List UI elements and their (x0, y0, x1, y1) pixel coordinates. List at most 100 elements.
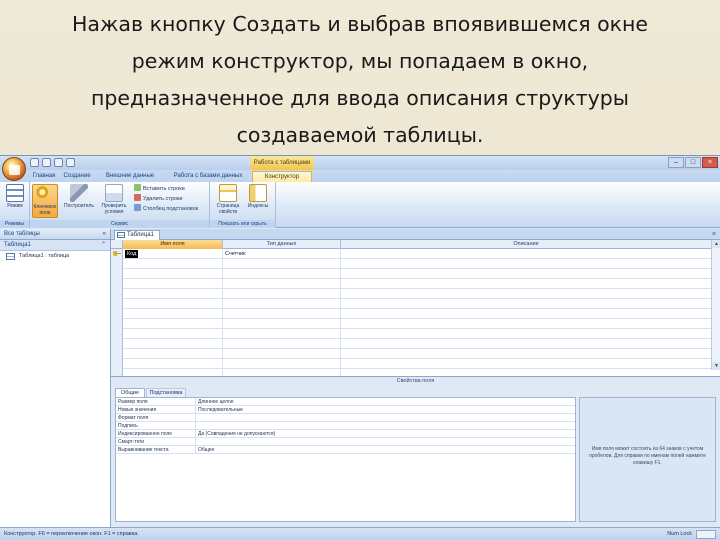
data-type-cell[interactable] (223, 299, 341, 309)
table-row[interactable] (111, 279, 711, 289)
chevron-up-icon[interactable]: ⌃ (101, 240, 106, 251)
field-name-cell[interactable] (123, 259, 223, 269)
field-name-text[interactable]: Код (125, 250, 139, 258)
row-selector[interactable] (111, 299, 123, 309)
redo-icon[interactable] (54, 158, 63, 167)
field-name-cell[interactable] (123, 359, 223, 369)
property-row[interactable]: Выравнивание текста Общее (116, 446, 575, 454)
table-row[interactable] (111, 289, 711, 299)
description-cell[interactable] (341, 319, 711, 329)
builder-button[interactable]: Построитель (62, 184, 96, 218)
data-type-cell[interactable] (223, 259, 341, 269)
description-cell[interactable] (341, 329, 711, 339)
row-selector[interactable] (111, 259, 123, 269)
row-selector[interactable] (111, 359, 123, 369)
row-selector[interactable] (111, 289, 123, 299)
scroll-down-icon[interactable]: ▼ (712, 362, 720, 370)
column-header-description[interactable]: Описание (341, 240, 711, 249)
tab-external-data[interactable]: Внешние данные (96, 171, 164, 182)
field-name-cell[interactable] (123, 349, 223, 359)
description-cell[interactable] (341, 349, 711, 359)
vertical-scrollbar[interactable]: ▲ ▼ (711, 240, 720, 370)
description-cell[interactable] (341, 259, 711, 269)
data-type-cell[interactable] (223, 279, 341, 289)
row-selector[interactable] (111, 339, 123, 349)
customize-qat-icon[interactable] (66, 158, 75, 167)
table-row[interactable] (111, 339, 711, 349)
data-type-cell[interactable] (223, 269, 341, 279)
property-value[interactable]: Последовательные (196, 406, 575, 414)
row-selector[interactable] (111, 319, 123, 329)
tab-home[interactable]: Главная (30, 171, 58, 182)
property-value[interactable] (196, 438, 575, 446)
nav-pane-header[interactable]: Все таблицы « (0, 229, 110, 240)
view-button[interactable]: Режим (2, 184, 28, 218)
table-row[interactable] (111, 299, 711, 309)
close-document-icon[interactable]: × (712, 229, 716, 240)
data-type-cell[interactable] (223, 359, 341, 369)
close-button[interactable]: × (702, 157, 718, 168)
data-type-cell[interactable] (223, 329, 341, 339)
maximize-button[interactable]: □ (685, 157, 701, 168)
data-type-cell[interactable] (223, 339, 341, 349)
row-selector[interactable] (111, 349, 123, 359)
field-name-cell[interactable] (123, 339, 223, 349)
description-cell[interactable] (341, 269, 711, 279)
office-button[interactable] (2, 157, 26, 181)
description-cell[interactable] (341, 299, 711, 309)
field-name-cell[interactable] (123, 289, 223, 299)
scroll-up-icon[interactable]: ▲ (712, 240, 720, 248)
nav-group-table1[interactable]: Таблица1 ⌃ (0, 240, 110, 251)
description-cell[interactable] (341, 289, 711, 299)
tab-create[interactable]: Создание (62, 171, 92, 182)
property-value[interactable]: Общее (196, 446, 575, 454)
property-row[interactable]: Индексированное поле Да (Совпадения не до… (116, 430, 575, 438)
property-row[interactable]: Формат поля (116, 414, 575, 422)
field-name-cell[interactable] (123, 269, 223, 279)
data-type-cell[interactable] (223, 289, 341, 299)
property-value[interactable]: Длинное целое (196, 398, 575, 406)
table-row[interactable] (111, 309, 711, 319)
row-selector[interactable] (111, 269, 123, 279)
field-name-cell[interactable] (123, 299, 223, 309)
column-header-field-name[interactable]: Имя поля (123, 240, 223, 249)
nav-item-table1[interactable]: Таблица1 : таблица (0, 251, 110, 262)
row-selector[interactable] (111, 249, 123, 259)
document-tab-table1[interactable]: Таблица1 (114, 230, 160, 240)
column-header-data-type[interactable]: Тип данных (223, 240, 341, 249)
insert-rows-button[interactable]: Вставить строки (134, 184, 185, 193)
data-type-text[interactable]: Счетчик (223, 249, 340, 259)
property-row[interactable]: Смарт-теги (116, 438, 575, 446)
property-row[interactable]: Новые значения Последовательные (116, 406, 575, 414)
property-row[interactable]: Подпись (116, 422, 575, 430)
property-value[interactable] (196, 422, 575, 430)
description-cell[interactable] (341, 249, 711, 259)
indexes-button[interactable]: Индексы (244, 184, 272, 218)
table-row[interactable] (111, 349, 711, 359)
description-cell[interactable] (341, 279, 711, 289)
delete-rows-button[interactable]: Удалить строки (134, 194, 182, 203)
description-cell[interactable] (341, 309, 711, 319)
shutter-icon[interactable]: « (103, 229, 106, 240)
row-selector[interactable] (111, 329, 123, 339)
description-cell[interactable] (341, 359, 711, 369)
row-selector[interactable] (111, 279, 123, 289)
test-rules-button[interactable]: Проверить условия (98, 184, 130, 218)
table-row[interactable] (111, 269, 711, 279)
field-name-cell[interactable] (123, 319, 223, 329)
property-value[interactable] (196, 414, 575, 422)
tab-design[interactable]: Конструктор (252, 171, 312, 182)
field-name-cell[interactable] (123, 329, 223, 339)
save-icon[interactable] (30, 158, 39, 167)
table-row[interactable]: Код Счетчик (111, 249, 711, 259)
design-view-icon[interactable] (696, 530, 716, 539)
property-sheet-button[interactable]: Страница свойств (214, 184, 242, 218)
undo-icon[interactable] (42, 158, 51, 167)
table-row[interactable] (111, 259, 711, 269)
property-row[interactable]: Размер поля Длинное целое (116, 398, 575, 406)
description-cell[interactable] (341, 339, 711, 349)
table-row[interactable] (111, 359, 711, 369)
tab-database-tools[interactable]: Работа с базами данных (168, 171, 248, 182)
minimize-button[interactable]: – (668, 157, 684, 168)
data-type-cell[interactable] (223, 309, 341, 319)
